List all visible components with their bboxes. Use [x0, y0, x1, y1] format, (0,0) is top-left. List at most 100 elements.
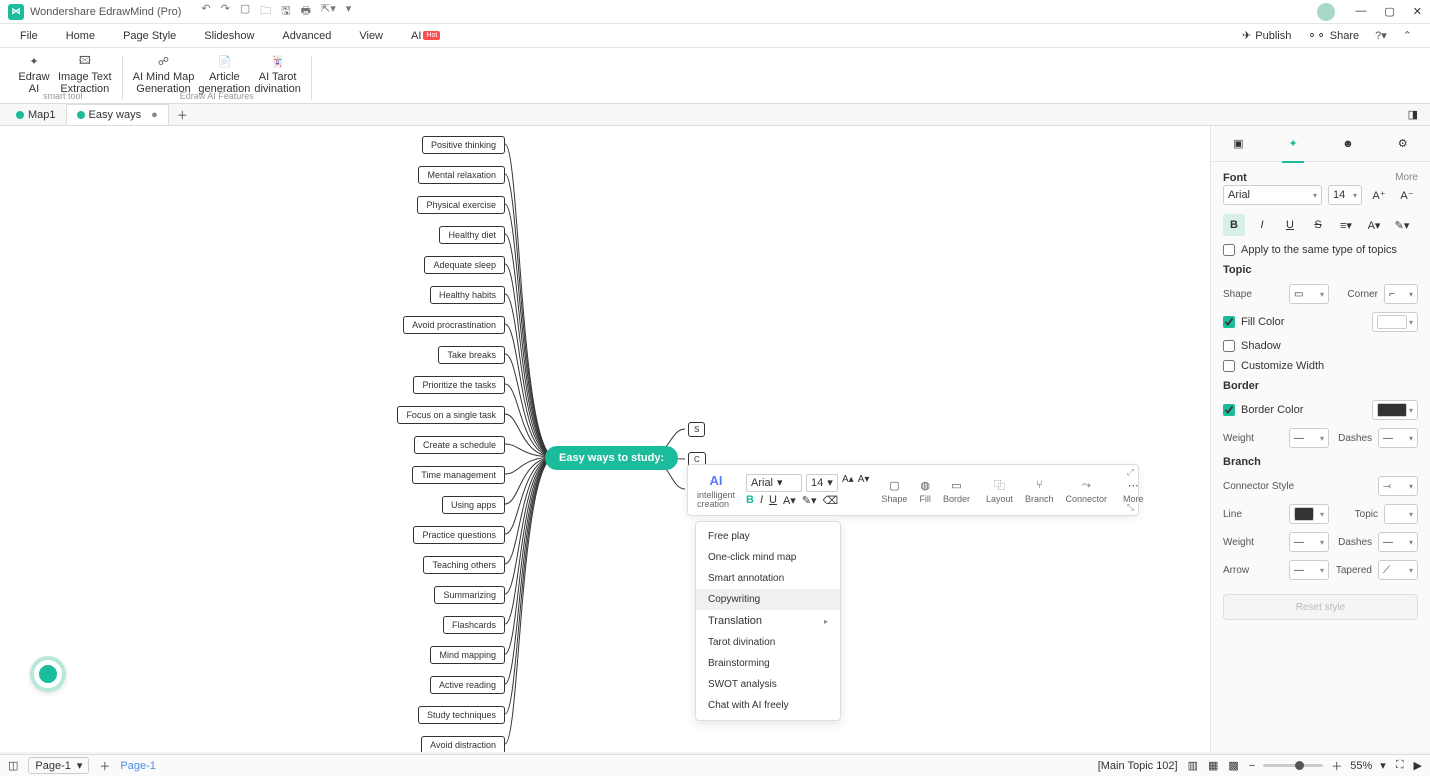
- help-dropdown[interactable]: ?▾: [1375, 29, 1387, 42]
- font-size-select[interactable]: 14▾: [806, 474, 838, 492]
- child-node[interactable]: Using apps: [442, 496, 505, 514]
- child-node[interactable]: Mental relaxation: [418, 166, 505, 184]
- shadow-checkbox[interactable]: Shadow: [1223, 340, 1418, 352]
- export-icon[interactable]: ⇱▾: [321, 2, 336, 21]
- child-node[interactable]: Take breaks: [438, 346, 505, 364]
- underline-button[interactable]: U: [769, 494, 777, 507]
- fit-width-icon[interactable]: ▥: [1188, 759, 1198, 772]
- panel-tab-tag[interactable]: ☻: [1333, 129, 1363, 159]
- child-node[interactable]: Practice questions: [413, 526, 505, 544]
- fill-button[interactable]: ◍Fill: [915, 476, 935, 504]
- underline-button[interactable]: U: [1279, 214, 1301, 236]
- font-color-button[interactable]: A▾: [783, 494, 796, 507]
- branch-weight-select[interactable]: —▾: [1289, 532, 1329, 552]
- ai-mindmap-button[interactable]: ☍AI Mind MapGeneration: [133, 52, 195, 95]
- add-page-button[interactable]: ＋: [99, 758, 110, 774]
- bold-button[interactable]: B: [1223, 214, 1245, 236]
- child-node[interactable]: Physical exercise: [417, 196, 505, 214]
- menu-view[interactable]: View: [345, 24, 397, 47]
- menu-slideshow[interactable]: Slideshow: [190, 24, 268, 47]
- child-node[interactable]: S: [688, 422, 705, 437]
- menu-home[interactable]: Home: [52, 24, 109, 47]
- child-node[interactable]: Mind mapping: [430, 646, 505, 664]
- branch-button[interactable]: ⑂Branch: [1021, 476, 1058, 504]
- tapered-select[interactable]: ⟋▾: [1378, 560, 1418, 580]
- shape-select[interactable]: ▭▾: [1289, 284, 1329, 304]
- fit-page-icon[interactable]: ▦: [1208, 759, 1218, 772]
- layout-button[interactable]: ⿻Layout: [982, 476, 1017, 504]
- fit-content-icon[interactable]: ▩: [1228, 759, 1238, 772]
- customize-width-checkbox[interactable]: Customize Width: [1223, 360, 1418, 372]
- redo-icon[interactable]: ↷: [221, 2, 230, 21]
- shape-button[interactable]: ▢Shape: [877, 476, 911, 504]
- tab-map1[interactable]: Map1: [6, 104, 66, 125]
- menu-ai[interactable]: AIHot: [397, 24, 454, 47]
- mindmap-canvas[interactable]: Easy ways to study: Positive thinkingMen…: [0, 126, 1210, 752]
- panel-tab-settings[interactable]: ⚙: [1388, 129, 1418, 159]
- ai-menu-translation[interactable]: Translation▸: [696, 610, 840, 632]
- menu-page-style[interactable]: Page Style: [109, 24, 190, 47]
- clear-format-button[interactable]: ⌫: [823, 494, 839, 507]
- qat-more-icon[interactable]: ▾: [346, 2, 352, 21]
- border-color-checkbox[interactable]: Border Color▾: [1223, 400, 1418, 420]
- user-avatar[interactable]: [1317, 3, 1335, 21]
- child-node[interactable]: Time management: [412, 466, 505, 484]
- undo-icon[interactable]: ↶: [201, 2, 210, 21]
- fullscreen-icon[interactable]: ⛶: [1396, 759, 1404, 772]
- print-icon[interactable]: 🖶: [301, 2, 311, 21]
- ai-menu-free-play[interactable]: Free play: [696, 526, 840, 547]
- apply-same-type-checkbox[interactable]: Apply to the same type of topics: [1223, 244, 1418, 256]
- font-family-select[interactable]: Arial▾: [1223, 185, 1322, 205]
- ai-menu-tarot[interactable]: Tarot divination: [696, 632, 840, 653]
- border-color-select[interactable]: ▾: [1372, 400, 1418, 420]
- root-node[interactable]: Easy ways to study:: [545, 446, 678, 470]
- strikethrough-button[interactable]: S: [1307, 214, 1329, 236]
- child-node[interactable]: Study techniques: [418, 706, 505, 724]
- child-node[interactable]: Active reading: [430, 676, 505, 694]
- toggle-panel-button[interactable]: ◨: [1402, 108, 1424, 121]
- ai-menu-smart-annotation[interactable]: Smart annotation: [696, 568, 840, 589]
- add-tab-button[interactable]: ＋: [169, 107, 196, 123]
- arrow-select[interactable]: —▾: [1289, 560, 1329, 580]
- ai-menu-swot[interactable]: SWOT analysis: [696, 674, 840, 695]
- child-node[interactable]: Healthy habits: [430, 286, 505, 304]
- decrease-font-icon[interactable]: A▾: [858, 474, 870, 492]
- font-size-select[interactable]: 14▾: [1328, 185, 1362, 205]
- close-icon[interactable]: ✕: [1413, 5, 1422, 18]
- outline-icon[interactable]: ◫: [8, 759, 18, 772]
- connector-button[interactable]: ⤳Connector: [1062, 476, 1112, 504]
- minimize-icon[interactable]: —: [1355, 5, 1366, 18]
- child-node[interactable]: Flashcards: [443, 616, 505, 634]
- presentation-icon[interactable]: ▶: [1414, 759, 1422, 772]
- article-generation-button[interactable]: 📄Articlegeneration: [198, 52, 250, 95]
- line-color-select[interactable]: ▾: [1289, 504, 1329, 524]
- branch-topic-select[interactable]: ▾: [1384, 504, 1418, 524]
- help-fab-button[interactable]: [30, 656, 66, 692]
- page-select[interactable]: Page-1▾: [28, 757, 89, 774]
- increase-font-icon[interactable]: A▴: [842, 474, 854, 492]
- italic-button[interactable]: I: [760, 494, 763, 507]
- panel-tab-style[interactable]: ✦: [1278, 129, 1308, 159]
- child-node[interactable]: Avoid procrastination: [403, 316, 505, 334]
- ai-creation-button[interactable]: AI intelligent creation: [694, 472, 738, 509]
- ai-menu-one-click[interactable]: One-click mind map: [696, 547, 840, 568]
- child-node[interactable]: Adequate sleep: [424, 256, 505, 274]
- save-icon[interactable]: 🖫: [281, 2, 290, 21]
- fill-color-select[interactable]: ▾: [1372, 312, 1418, 332]
- collapse-ribbon-icon[interactable]: ⌃: [1403, 29, 1412, 42]
- tab-easy-ways[interactable]: Easy ways●: [66, 104, 169, 125]
- child-node[interactable]: Avoid distraction: [421, 736, 505, 752]
- page-label[interactable]: Page-1: [120, 760, 155, 772]
- edraw-ai-button[interactable]: ✦EdrawAI: [14, 52, 54, 95]
- reset-style-button[interactable]: Reset style: [1223, 594, 1418, 620]
- connector-style-select[interactable]: ⤙▾: [1378, 476, 1418, 496]
- align-button[interactable]: ≡▾: [1335, 214, 1357, 236]
- font-family-select[interactable]: Arial▾: [746, 474, 802, 492]
- child-node[interactable]: Teaching others: [423, 556, 505, 574]
- zoom-in-button[interactable]: ＋: [1331, 758, 1342, 774]
- zoom-out-button[interactable]: −: [1249, 760, 1255, 772]
- child-node[interactable]: Prioritize the tasks: [413, 376, 505, 394]
- menu-advanced[interactable]: Advanced: [268, 24, 345, 47]
- border-dashes-select[interactable]: —▾: [1378, 428, 1418, 448]
- zoom-slider[interactable]: [1263, 764, 1323, 767]
